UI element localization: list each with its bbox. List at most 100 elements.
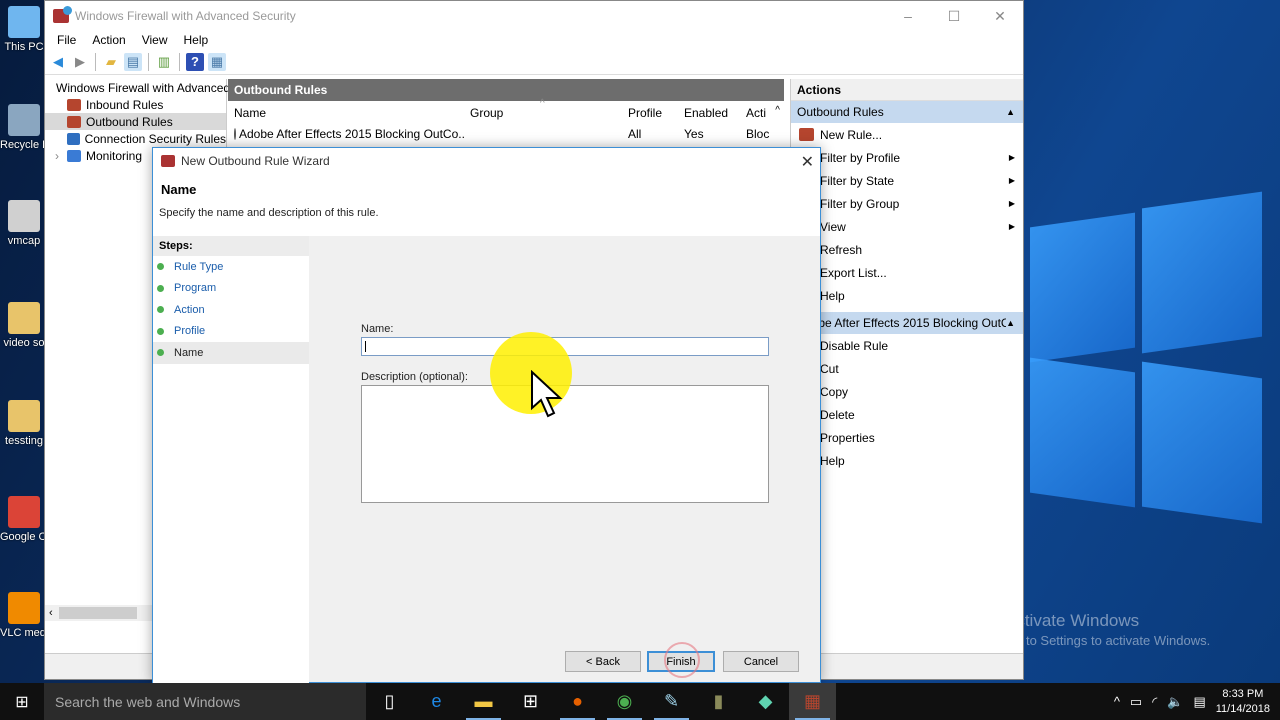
action-item[interactable]: View ▶ [791, 215, 1023, 238]
back-arrow-icon[interactable]: ◀ [49, 53, 67, 71]
action-item[interactable]: Help [791, 449, 1023, 472]
menu-view[interactable]: View [134, 33, 176, 47]
wifi-icon[interactable]: ◜ [1152, 694, 1157, 710]
actions-section-header[interactable]: Adobe After Effects 2015 Blocking OutC..… [791, 312, 1023, 334]
action-item[interactable]: Filter by State ▶ [791, 169, 1023, 192]
column-name[interactable]: Name [228, 106, 464, 120]
volume-icon[interactable]: 🔈 [1167, 694, 1183, 710]
action-item[interactable]: Export List... [791, 261, 1023, 284]
edge-icon[interactable]: e [413, 683, 460, 720]
menu-action[interactable]: Action [84, 33, 133, 47]
column-headers: Name Group Profile Enabled Acti ^ ^ [228, 98, 784, 125]
action-item[interactable]: Disable Rule [791, 334, 1023, 357]
wizard-body: Name: Description (optional): [309, 236, 820, 682]
action-item-label: Help [820, 288, 845, 303]
back-button[interactable]: < Back [565, 651, 641, 672]
action-center-icon[interactable]: ▤ [1193, 694, 1205, 710]
expand-chevron-icon[interactable]: › [55, 149, 67, 163]
desktop-icon[interactable]: vmcap [0, 200, 48, 248]
desktop-icon[interactable]: VLC media player [0, 592, 48, 640]
menu-file[interactable]: File [49, 33, 84, 47]
recorder-icon[interactable]: ▮ [695, 683, 742, 720]
tree-node-label: Monitoring [86, 148, 143, 163]
description-textarea[interactable] [361, 385, 769, 503]
desktop-icon[interactable]: Google Chrome [0, 496, 48, 544]
step-complete-icon [157, 327, 164, 335]
window-titlebar[interactable]: Windows Firewall with Advanced Security … [45, 1, 1023, 31]
tree-node[interactable]: Inbound Rules [45, 96, 226, 113]
tree-node[interactable]: Windows Firewall with Advanced Security [45, 79, 277, 96]
step-complete-icon [157, 284, 164, 292]
task-view-icon[interactable]: ▯ [366, 683, 413, 720]
close-button[interactable]: ✕ [977, 1, 1023, 31]
store-icon[interactable]: ⊞ [507, 683, 554, 720]
wizard-step[interactable]: Program [153, 278, 309, 300]
action-item[interactable]: Properties [791, 426, 1023, 449]
help-icon[interactable]: ? [186, 52, 204, 71]
wizard-steps: Steps: Rule Type Program Action Profile Name [153, 236, 309, 684]
folder-icon [8, 302, 40, 334]
scroll-up-icon[interactable]: ^ [775, 105, 780, 116]
forward-arrow-icon[interactable]: ▶ [71, 53, 89, 71]
tree-node[interactable]: Outbound Rules [45, 113, 226, 130]
new-outbound-rule-wizard: New Outbound Rule Wizard ✕ Name Specify … [152, 147, 821, 684]
wizard-step[interactable]: Name [153, 342, 309, 364]
collapse-arrow-icon[interactable]: ▲ [1006, 107, 1015, 117]
column-enabled[interactable]: Enabled [678, 106, 740, 120]
file-explorer-icon[interactable]: ▬ [460, 683, 507, 720]
mouse-pointer-icon [531, 370, 563, 418]
notepad-icon[interactable]: ✎ [648, 683, 695, 720]
menu-help[interactable]: Help [176, 33, 217, 47]
action-item[interactable]: Help [791, 284, 1023, 307]
start-button[interactable]: ⊞ [0, 683, 44, 720]
action-item[interactable]: New Rule... [791, 123, 1023, 146]
scroll-left-icon[interactable]: ‹ [49, 607, 53, 619]
blocked-rule-icon [234, 128, 236, 140]
desktop-icon-label: video so [3, 337, 45, 349]
show-hide-tree-icon[interactable]: ▤ [124, 52, 142, 71]
tree-node[interactable]: Connection Security Rules [45, 130, 226, 147]
export-list-icon[interactable]: ▥ [155, 53, 173, 71]
wizard-step[interactable]: Action [153, 299, 309, 321]
desktop-icon[interactable]: Recycle Bin [0, 104, 48, 152]
clock[interactable]: 8:33 PM 11/14/2018 [1216, 687, 1270, 717]
wizard-step[interactable]: Rule Type [153, 256, 309, 278]
action-item[interactable]: Copy [791, 380, 1023, 403]
column-profile[interactable]: Profile [622, 106, 678, 120]
maximize-button[interactable]: ☐ [931, 1, 977, 31]
connection-security-icon [67, 132, 80, 145]
wizard-close-icon[interactable]: ✕ [801, 152, 814, 172]
chrome-icon [8, 496, 40, 528]
show-hide-action-pane-icon[interactable]: ▦ [208, 52, 226, 71]
action-item[interactable]: Delete [791, 403, 1023, 426]
up-folder-icon[interactable]: ▰ [102, 53, 120, 71]
collapse-arrow-icon[interactable]: ▲ [1006, 318, 1015, 328]
action-item[interactable]: Filter by Profile ▶ [791, 146, 1023, 169]
action-item[interactable]: Cut [791, 357, 1023, 380]
desktop-icon[interactable]: video so [0, 302, 48, 350]
watermark-subtitle: Go to Settings to activate Windows. [1005, 633, 1211, 648]
wizard-step[interactable]: Profile [153, 321, 309, 343]
scrollbar-thumb[interactable] [58, 607, 137, 619]
search-box[interactable]: Search the web and Windows [44, 683, 366, 720]
tree-node-label: Connection Security Rules [84, 131, 226, 146]
steps-header: Steps: [153, 236, 309, 256]
wizard-titlebar[interactable]: New Outbound Rule Wizard [153, 148, 820, 174]
column-action[interactable]: Acti [740, 106, 770, 120]
app-icon[interactable]: ◆ [742, 683, 789, 720]
actions-section-header[interactable]: Outbound Rules ▲ [791, 101, 1023, 123]
action-item[interactable]: Filter by Group ▶ [791, 192, 1023, 215]
power-icon[interactable]: ▭ [1130, 694, 1142, 710]
chrome-icon[interactable]: ◉ [601, 683, 648, 720]
desktop-icon[interactable]: tessting [0, 400, 48, 448]
action-item[interactable]: Refresh [791, 238, 1023, 261]
firefox-icon[interactable]: ● [554, 683, 601, 720]
tree-node-label: Outbound Rules [86, 114, 173, 129]
minimize-button[interactable]: – [885, 1, 931, 31]
desktop-icon[interactable]: This PC [0, 6, 48, 54]
firewall-taskbar-icon[interactable]: ▦ [789, 683, 836, 720]
rule-name: Adobe After Effects 2015 Blocking OutCo.… [239, 127, 464, 141]
show-hidden-icons-chevron[interactable]: ^ [1114, 694, 1120, 709]
cancel-button[interactable]: Cancel [723, 651, 799, 672]
table-row[interactable]: Adobe After Effects 2015 Blocking OutCo.… [228, 125, 784, 143]
